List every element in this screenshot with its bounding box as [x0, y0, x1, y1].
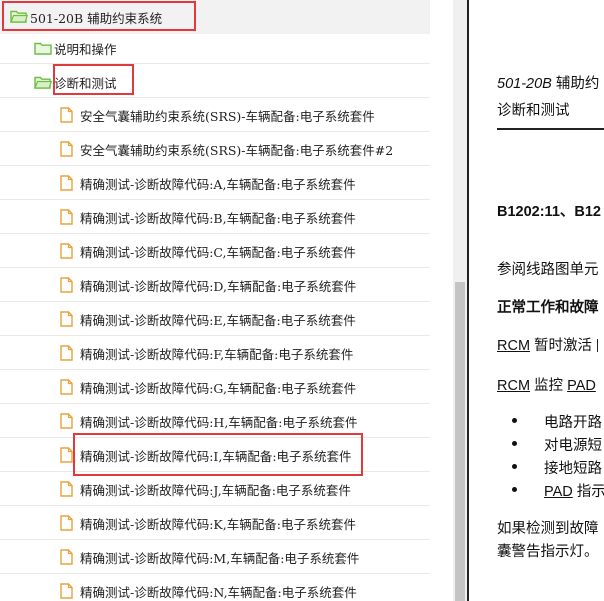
doc-dtc-heading: B1202:11、B12	[497, 204, 601, 220]
navigation-tree: 501-20B 辅助约束系统 说明和操作 诊断和测试 安全气囊辅助约束系统(SR…	[0, 0, 430, 601]
document-pane: 501-20B 辅助约 诊断和测试 B1202:11、B12 参阅线路图单元 正…	[469, 0, 604, 601]
folder-icon	[34, 40, 52, 59]
document-icon	[60, 515, 73, 535]
tree-item-document[interactable]: 精确测试-诊断故障代码:D,车辆配备:电子系统套件	[0, 268, 430, 302]
tree-item-document[interactable]: 精确测试-诊断故障代码:E,车辆配备:电子系统套件	[0, 302, 430, 336]
document-icon	[60, 447, 73, 467]
doc-paragraph-3-line-2: 囊警告指示灯。	[497, 544, 599, 560]
document-icon	[60, 345, 73, 365]
bullet-item: 接地短路	[544, 461, 602, 477]
doc-paragraph-1: RCM 暂时激活	[497, 334, 599, 355]
bullet-dot	[512, 487, 517, 492]
bullet-text: 指示	[576, 484, 604, 500]
tree-item-label: 精确测试-诊断故障代码:M,车辆配备:电子系统套件	[80, 551, 360, 566]
tree-item-document[interactable]: 精确测试-诊断故障代码:C,车辆配备:电子系统套件	[0, 234, 430, 268]
bullet-dot	[512, 441, 517, 446]
highlight-box-diagnostics	[53, 64, 134, 95]
text-cursor	[597, 339, 599, 352]
doc-header-model: 501-20B	[497, 76, 552, 92]
tree-gutter	[430, 0, 453, 601]
tree-item-document[interactable]: 安全气囊辅助约束系统(SRS)-车辆配备:电子系统套件	[0, 98, 430, 132]
tree-item-label: 精确测试-诊断故障代码:K,车辆配备:电子系统套件	[80, 517, 356, 532]
tree-item-document[interactable]: 精确测试-诊断故障代码:N,车辆配备:电子系统套件	[0, 574, 430, 601]
doc-header-line: 501-20B 辅助约	[497, 72, 599, 93]
tree-item-label: 精确测试-诊断故障代码:G,车辆配备:电子系统套件	[80, 381, 357, 396]
bullet-item: 电路开路	[544, 415, 602, 431]
tree-item-label: 精确测试-诊断故障代码:C,车辆配备:电子系统套件	[80, 245, 356, 260]
tree-item-label: 安全气囊辅助约束系统(SRS)-车辆配备:电子系统套件	[80, 109, 375, 124]
doc-paragraph-3-line-1: 如果检测到故障	[497, 521, 599, 537]
tree-item-label: 安全气囊辅助约束系统(SRS)-车辆配备:电子系统套件#2	[80, 143, 394, 158]
bullet-item: 对电源短	[544, 438, 602, 454]
document-icon	[60, 583, 73, 601]
document-icon	[60, 379, 73, 399]
tree-item-label: 精确测试-诊断故障代码:F,车辆配备:电子系统套件	[80, 347, 354, 362]
bullet-item: PAD 指示	[544, 480, 604, 501]
tree-item-label: 说明和操作	[54, 42, 117, 57]
document-icon	[60, 209, 73, 229]
tree-item-label: 精确测试-诊断故障代码:N,车辆配备:电子系统套件	[80, 585, 357, 600]
doc-header-subtitle: 诊断和测试	[497, 103, 570, 119]
document-icon	[60, 481, 73, 501]
tree-item-label: 精确测试-诊断故障代码:A,车辆配备:电子系统套件	[80, 177, 356, 192]
tree-item-label: 精确测试-诊断故障代码:J,车辆配备:电子系统套件	[80, 483, 351, 498]
rcm-link[interactable]: RCM	[497, 378, 530, 394]
tree-scrollbar[interactable]	[453, 0, 467, 601]
tree-item-label: 精确测试-诊断故障代码:D,车辆配备:电子系统套件	[80, 279, 357, 294]
document-icon	[60, 243, 73, 263]
document-icon	[60, 277, 73, 297]
bullet-dot	[512, 418, 517, 423]
doc-paragraph-2: RCM 监控 PAD	[497, 374, 596, 395]
document-icon	[60, 141, 73, 161]
highlight-box-root	[2, 1, 196, 31]
tree-item-label: 精确测试-诊断故障代码:B,车辆配备:电子系统套件	[80, 211, 356, 226]
scrollbar-thumb[interactable]	[455, 282, 465, 601]
highlight-box-code-i	[73, 433, 363, 476]
bullet-dot	[512, 464, 517, 469]
tree-item-document[interactable]: 精确测试-诊断故障代码:G,车辆配备:电子系统套件	[0, 370, 430, 404]
tree-item-document[interactable]: 精确测试-诊断故障代码:F,车辆配备:电子系统套件	[0, 336, 430, 370]
doc-header-title: 辅助约	[555, 76, 600, 92]
tree-item-folder-description[interactable]: 说明和操作	[0, 30, 430, 64]
tree-item-document[interactable]: 精确测试-诊断故障代码:B,车辆配备:电子系统套件	[0, 200, 430, 234]
rcm-link[interactable]: RCM	[497, 338, 530, 354]
tree-item-label: 精确测试-诊断故障代码:H,车辆配备:电子系统套件	[80, 415, 358, 430]
document-icon	[60, 549, 73, 569]
document-icon	[60, 311, 73, 331]
doc-section-heading: 正常工作和故障	[497, 300, 599, 316]
doc-paragraph-text: 暂时激活	[530, 338, 597, 354]
tree-item-document[interactable]: 精确测试-诊断故障代码:M,车辆配备:电子系统套件	[0, 540, 430, 574]
tree-item-document[interactable]: 精确测试-诊断故障代码:A,车辆配备:电子系统套件	[0, 166, 430, 200]
tree-item-label: 精确测试-诊断故障代码:E,车辆配备:电子系统套件	[80, 313, 356, 328]
tree-item-document[interactable]: 精确测试-诊断故障代码:J,车辆配备:电子系统套件	[0, 472, 430, 506]
document-icon	[60, 175, 73, 195]
document-icon	[60, 107, 73, 127]
document-icon	[60, 413, 73, 433]
pad-link[interactable]: PAD	[544, 484, 573, 500]
tree-item-document[interactable]: 精确测试-诊断故障代码:K,车辆配备:电子系统套件	[0, 506, 430, 540]
tree-item-document[interactable]: 安全气囊辅助约束系统(SRS)-车辆配备:电子系统套件#2	[0, 132, 430, 166]
doc-wiring-reference: 参阅线路图单元	[497, 262, 599, 278]
doc-header-rule	[497, 128, 604, 130]
pad-link[interactable]: PAD	[567, 378, 596, 394]
folder-open-icon	[34, 74, 53, 93]
doc-paragraph-text: 监控	[530, 378, 568, 394]
